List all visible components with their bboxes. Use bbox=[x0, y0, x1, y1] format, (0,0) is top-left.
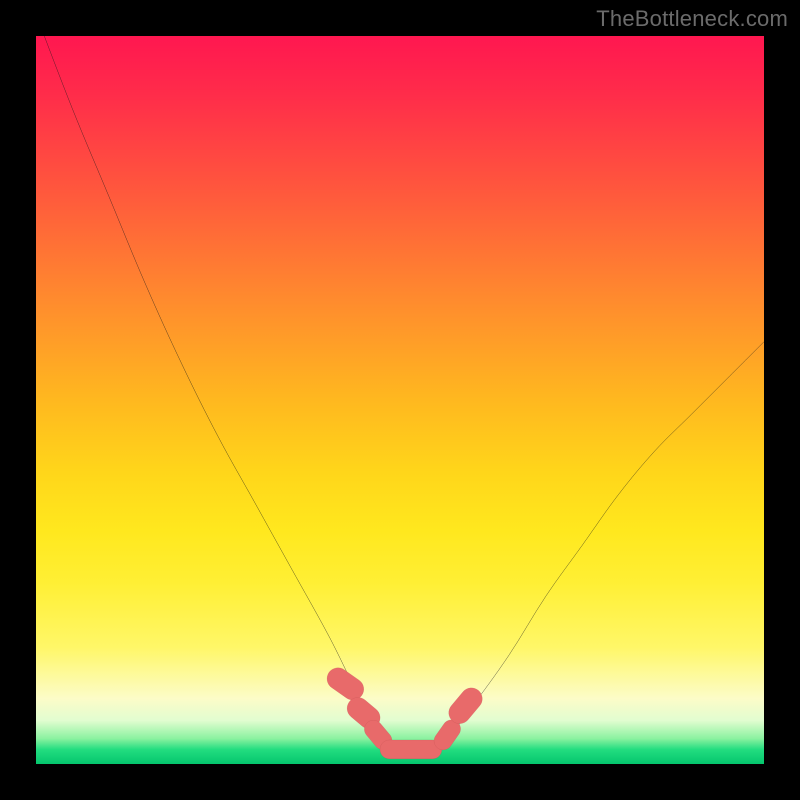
plot-area bbox=[36, 36, 764, 764]
bottleneck-curve bbox=[36, 36, 764, 751]
curve-markers bbox=[323, 663, 487, 758]
curve-marker bbox=[380, 740, 442, 759]
watermark-label: TheBottleneck.com bbox=[596, 6, 788, 32]
curve-svg bbox=[36, 36, 764, 764]
chart-frame: TheBottleneck.com bbox=[0, 0, 800, 800]
